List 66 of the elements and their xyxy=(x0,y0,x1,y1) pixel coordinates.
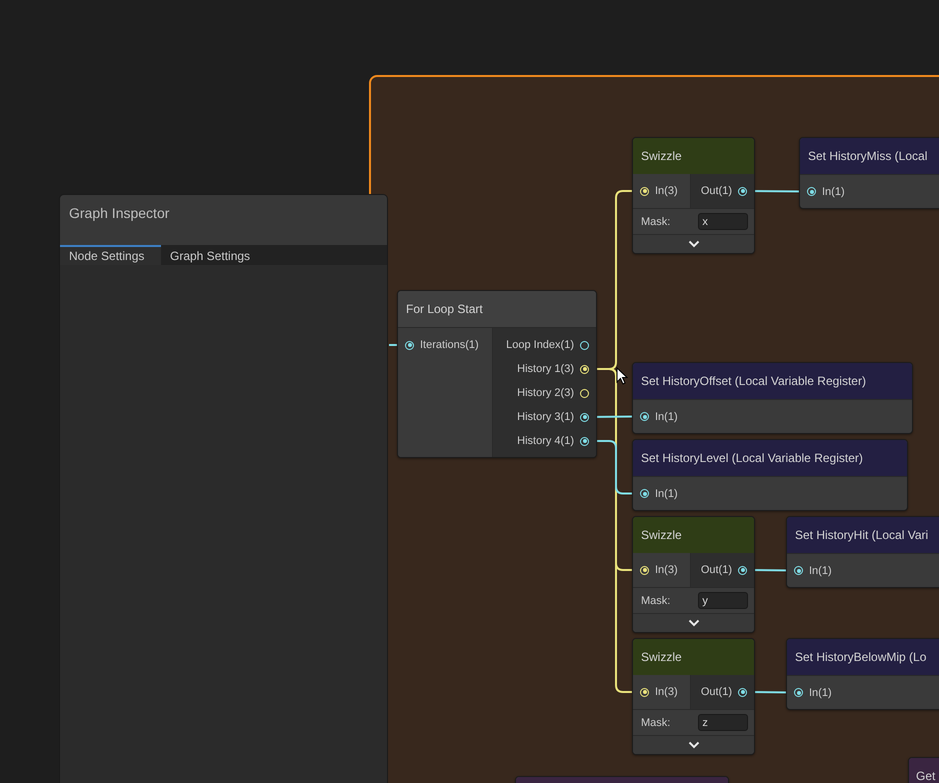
port-label: Iterations(1) xyxy=(420,339,479,351)
port-label: In(1) xyxy=(809,564,832,576)
port-connector[interactable] xyxy=(738,688,747,696)
graph-node[interactable]: Swizzle In(3) Out(1) Mask: y xyxy=(632,516,755,633)
port-connector[interactable] xyxy=(640,566,649,574)
port-label: In(3) xyxy=(655,564,678,576)
graph-node[interactable]: Get xyxy=(908,757,939,783)
node-title: For Loop Start xyxy=(406,302,483,316)
node-title: Set HistoryBelowMip (Lo xyxy=(795,650,926,664)
port-connector[interactable] xyxy=(580,436,589,446)
port-connector[interactable] xyxy=(794,688,803,697)
graph-node[interactable]: Set HistoryHit (Local Vari In(1) xyxy=(786,516,939,588)
cursor-icon xyxy=(616,367,628,385)
chevron-down-icon[interactable] xyxy=(688,619,700,627)
graph-node[interactable]: Swizzle In(3) Out(1) Mask: z xyxy=(632,638,755,755)
port-connector[interactable] xyxy=(807,187,816,196)
port-connector[interactable] xyxy=(640,186,649,196)
mask-field[interactable]: x xyxy=(698,213,748,230)
port-connector[interactable] xyxy=(580,340,589,350)
field-label: Mask: xyxy=(641,216,670,228)
field-label: Mask: xyxy=(641,594,670,606)
port-connector[interactable] xyxy=(405,340,414,350)
node-title: Swizzle xyxy=(641,149,682,163)
port-label: Out(1) xyxy=(700,564,732,576)
port-label: History 4(1) xyxy=(517,435,574,447)
port-label: In(1) xyxy=(809,686,832,698)
node-title: Swizzle xyxy=(641,528,682,542)
field-label: Mask: xyxy=(641,716,670,728)
port-label: Out(1) xyxy=(700,185,732,197)
port-connector[interactable] xyxy=(640,489,649,498)
node-title: Set HistoryLevel (Local Variable Register) xyxy=(641,451,863,465)
node-title: Swizzle xyxy=(641,650,682,664)
graph-node[interactable]: Set HistoryOffset (Local Variable Register) In(1) xyxy=(632,362,913,434)
node-title: Get xyxy=(916,769,936,783)
port-connector[interactable] xyxy=(580,388,589,398)
mask-field[interactable]: z xyxy=(698,714,748,731)
port-label: History 2(3) xyxy=(517,387,574,399)
chevron-down-icon[interactable] xyxy=(688,741,700,749)
tab[interactable]: Node Settings xyxy=(60,245,161,265)
chevron-down-icon[interactable] xyxy=(688,240,700,248)
port-connector[interactable] xyxy=(580,412,589,422)
node-title: Set HistoryHit (Local Vari xyxy=(795,528,928,542)
port-label: History 3(1) xyxy=(517,411,574,423)
port-label: Out(1) xyxy=(700,686,732,698)
graph-node[interactable]: Set HistoryBelowMip (Lo In(1) xyxy=(786,638,939,710)
port-connector[interactable] xyxy=(640,688,649,696)
port-label: In(3) xyxy=(655,686,678,698)
port-label: In(1) xyxy=(655,410,678,422)
port-label: History 1(3) xyxy=(517,363,574,375)
port-label: In(1) xyxy=(822,186,845,198)
graph-node[interactable]: Set HistoryMiss (Local In(1) xyxy=(799,137,939,209)
port-connector[interactable] xyxy=(580,364,589,374)
port-connector[interactable] xyxy=(640,412,649,421)
graph-node[interactable]: For Loop Start Iterations(1) Loop Index(1) History 1(3) History 2(3) History 3(1) History 4(1) xyxy=(397,290,597,458)
panel-title: Graph Inspector xyxy=(69,205,170,221)
node-title: Set HistoryMiss (Local xyxy=(808,149,928,163)
graph-node[interactable]: Swizzle In(3) Out(1) Mask: x xyxy=(632,137,755,254)
port-connector[interactable] xyxy=(738,186,747,196)
port-connector[interactable] xyxy=(738,566,747,574)
node-title: Set HistoryOffset (Local Variable Register) xyxy=(641,374,866,388)
mask-field[interactable]: y xyxy=(698,592,748,609)
graph-node[interactable]: Set HistoryLevel (Local Variable Register) In(1) xyxy=(632,439,908,511)
port-label: In(3) xyxy=(655,185,678,197)
port-connector[interactable] xyxy=(794,566,803,575)
port-label: In(1) xyxy=(655,488,678,500)
port-label: Loop Index(1) xyxy=(506,339,574,351)
